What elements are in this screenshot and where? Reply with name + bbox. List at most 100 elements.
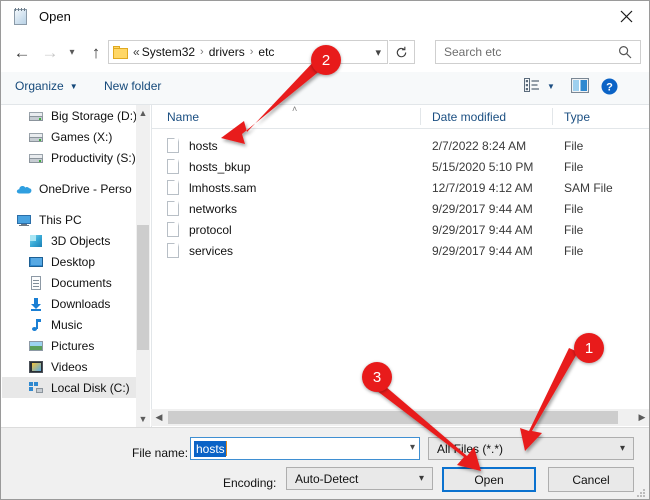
sidebar-item-documents[interactable]: Documents [2,272,150,293]
file-icon [167,222,179,237]
sidebar-spacer [2,168,150,178]
sidebar-item-label: Videos [51,360,87,374]
view-options-button[interactable]: ▼ [524,78,555,95]
sidebar-item-pictures[interactable]: Pictures [2,335,150,356]
file-list-horizontal-scrollbar[interactable]: ◀ ▶ [151,409,650,426]
column-divider[interactable] [552,108,553,125]
file-type-cell: File [564,202,583,216]
file-date-cell: 5/15/2020 5:10 PM [432,160,533,174]
breadcrumb-item-system32[interactable]: System32 [142,45,195,59]
file-name-cell: hosts_bkup [189,160,250,174]
file-name-input[interactable]: hosts ▾ [190,437,420,460]
file-name-cell: protocol [189,223,232,237]
table-row[interactable]: lmhosts.sam12/7/2019 4:12 AMSAM File [152,177,650,198]
file-icon [167,138,179,153]
chevron-down-icon[interactable]: ▾ [410,442,415,453]
chevron-right-icon[interactable]: ▶ [634,409,650,426]
chevron-left-icon[interactable]: ◀ [151,409,167,426]
file-type-cell: SAM File [564,181,613,195]
arrow-up-icon: ↑ [92,44,101,61]
preview-pane-button[interactable] [571,78,589,96]
chevron-down-icon[interactable]: ▼ [136,411,150,427]
refresh-icon[interactable] [389,40,415,64]
arrow-right-icon: → [42,44,59,61]
table-row[interactable]: hosts_bkup5/15/2020 5:10 PMFile [152,156,650,177]
sidebar-item-3d-objects[interactable]: 3D Objects [2,230,150,251]
table-row[interactable]: services 9/29/2017 9:44 AM File [152,240,650,261]
encoding-label: Encoding: [223,476,276,490]
file-icon [167,159,179,174]
notepad-icon [12,8,30,26]
new-folder-label: New folder [104,79,161,93]
chevron-down-icon: ▾ [620,443,625,454]
column-header-type[interactable]: Type [564,110,590,124]
command-bar: Organize ▼ New folder ▼ [1,72,649,105]
horizontal-scrollbar-thumb[interactable] [168,411,618,424]
drive-icon [28,129,44,145]
forward-button[interactable]: → [39,41,61,63]
open-button[interactable]: Open [442,467,536,492]
arrow-left-icon: ← [14,44,31,61]
sidebar-spacer [2,199,150,209]
resize-grip[interactable] [636,488,646,498]
sidebar-item-local-disk-c[interactable]: Local Disk (C:) [2,377,150,398]
sidebar-item-games-x[interactable]: Games (X:) [2,126,150,147]
this-pc-icon [16,212,32,228]
sidebar-item-label: Games (X:) [51,130,112,144]
videos-icon [28,359,44,375]
sidebar-item-downloads[interactable]: Downloads [2,293,150,314]
breadcrumb-item-etc[interactable]: etc [258,45,274,59]
sidebar-item-label: Pictures [51,339,94,353]
breadcrumb: « System32 › drivers › etc [133,45,274,59]
address-bar[interactable]: « System32 › drivers › etc ▾ [108,40,388,64]
navigation-pane[interactable]: Big Storage (D:) Games (X:) Productivity (… [2,105,150,427]
file-name-label: File name: [132,446,188,460]
3d-objects-icon [28,233,44,249]
file-list-pane: ˄ Name Date modified Type hosts2/7/2022 … [151,105,650,427]
file-type-filter-dropdown[interactable]: All Files (*.*) ▾ [428,437,634,460]
onedrive-cloud-icon [16,181,32,197]
open-button-label: Open [474,473,503,487]
back-button[interactable]: ← [11,41,33,63]
file-type-cell: File [564,223,583,237]
sidebar-scrollbar[interactable]: ▲ ▼ [136,105,150,427]
encoding-dropdown[interactable]: Auto-Detect ▾ [286,467,433,490]
up-button[interactable]: ↑ [85,41,107,63]
sidebar-scrollbar-thumb[interactable] [137,225,149,350]
close-icon[interactable] [604,1,649,32]
search-icon [618,45,632,62]
search-placeholder: Search etc [444,45,501,59]
new-folder-button[interactable]: New folder [104,79,161,93]
file-date-cell: 9/29/2017 9:44 AM [432,244,533,258]
organize-button[interactable]: Organize ▼ [15,79,78,93]
column-header-name[interactable]: Name [167,110,199,124]
table-row[interactable]: hosts2/7/2022 8:24 AMFile [152,135,650,156]
column-header-date-modified[interactable]: Date modified [432,110,506,124]
sidebar-item-desktop[interactable]: Desktop [2,251,150,272]
sidebar-item-productivity-s[interactable]: Productivity (S:) [2,147,150,168]
sidebar-item-label: Downloads [51,297,110,311]
recent-locations-button[interactable]: ▾ [64,41,80,63]
column-divider[interactable] [420,108,421,125]
breadcrumb-item-drivers[interactable]: drivers [209,45,245,59]
sidebar-item-big-storage-d[interactable]: Big Storage (D:) [2,105,150,126]
search-input[interactable]: Search etc [435,40,641,64]
chevron-down-icon[interactable]: ▾ [375,46,381,59]
file-type-cell: File [564,244,583,258]
sidebar-item-music[interactable]: Music [2,314,150,335]
sidebar-item-videos[interactable]: Videos [2,356,150,377]
sidebar-item-this-pc[interactable]: This PC [2,209,150,230]
drive-icon [28,108,44,124]
table-row[interactable]: networks9/29/2017 9:44 AMFile [152,198,650,219]
chevron-up-icon[interactable]: ▲ [136,105,150,121]
desktop-icon [28,254,44,270]
help-button[interactable]: ? [601,78,618,98]
view-options-icon [524,78,540,95]
navigation-bar: ← → ▾ ↑ « System32 › drivers › etc ▾ [1,32,649,72]
sidebar-item-onedrive-perso[interactable]: OneDrive - Perso [2,178,150,199]
cancel-button[interactable]: Cancel [548,467,634,492]
file-name-cell: services [189,244,233,258]
sidebar-item-label: Big Storage (D:) [51,109,137,123]
table-row[interactable]: protocol9/29/2017 9:44 AMFile [152,219,650,240]
file-date-cell: 2/7/2022 8:24 AM [432,139,526,153]
